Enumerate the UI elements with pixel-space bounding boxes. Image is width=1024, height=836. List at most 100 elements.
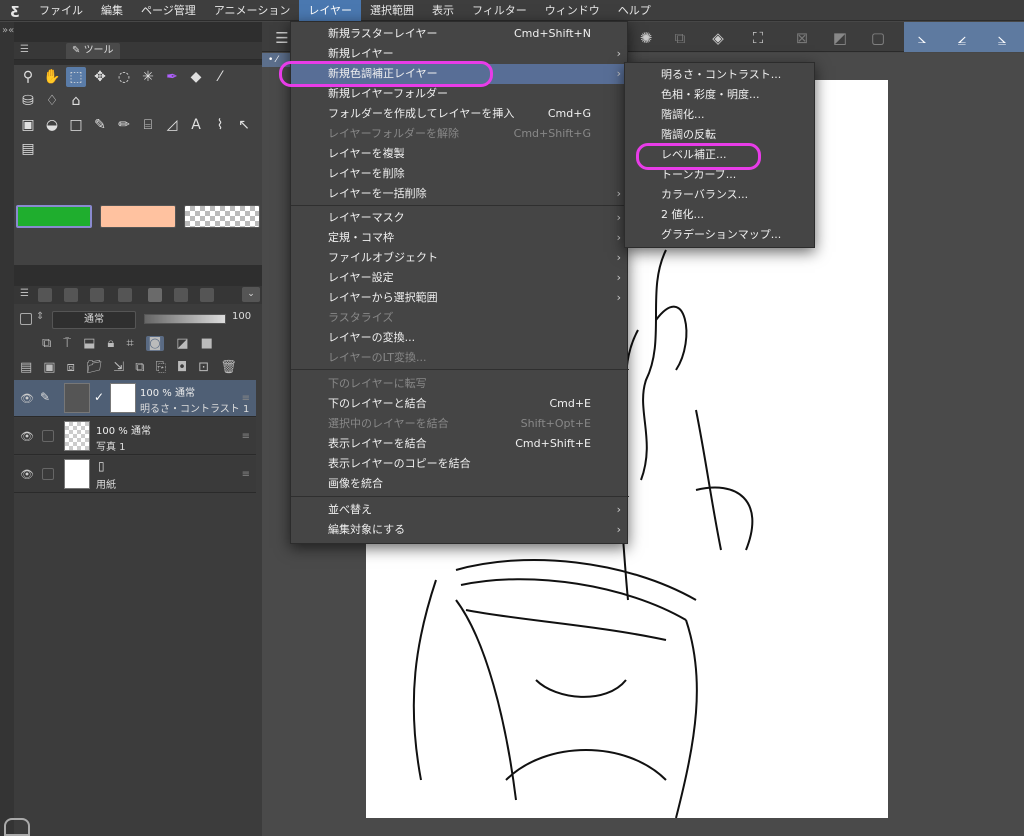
menu-item-new-raster-layer[interactable]: 新規ラスターレイヤー Cmd+Shift+N (291, 24, 629, 44)
opacity-slider[interactable] (144, 314, 226, 324)
draft-icon[interactable]: ⬓ (83, 336, 95, 351)
menu-help[interactable]: ヘルプ (609, 0, 660, 21)
fill-bucket-icon[interactable]: ◈ (708, 28, 728, 48)
new-raster-layer-icon[interactable]: ▣ (43, 360, 55, 375)
menu-item-release-folder[interactable]: レイヤーフォルダーを解除 Cmd+Shift+G (291, 124, 629, 144)
eye-icon[interactable]: 👁︎ (20, 430, 34, 443)
trash-icon[interactable]: 🗑︎ (220, 360, 237, 375)
menu-item-layer-mask[interactable]: レイヤーマスク › (291, 208, 629, 228)
menu-item-create-folder-insert[interactable]: フォルダーを作成してレイヤーを挿入 Cmd+G (291, 104, 629, 124)
menu-item-layer-settings[interactable]: レイヤー設定 › (291, 268, 629, 288)
transform-icon[interactable]: ⧉ (670, 28, 690, 48)
menu-edit[interactable]: 編集 (92, 0, 132, 21)
apply-mask-icon[interactable]: ⊡ (198, 360, 209, 375)
new-folder-icon[interactable]: 📁︎ (86, 360, 103, 375)
submenu-item-level-correction[interactable]: レベル補正... (625, 145, 816, 165)
app-corner-icon[interactable] (4, 818, 30, 836)
magic-wand-icon[interactable]: ✳ (138, 67, 158, 87)
eraser-icon[interactable]: ◆ (186, 67, 206, 87)
menu-layer[interactable]: レイヤー (299, 0, 362, 21)
menu-view[interactable]: 表示 (423, 0, 463, 21)
menu-item-delete-layer[interactable]: レイヤーを削除 (291, 164, 629, 184)
dock-collapse-strip[interactable] (0, 22, 14, 836)
frame-tool-icon[interactable]: ⌸ (138, 115, 158, 135)
menu-window[interactable]: ウィンドウ (536, 0, 609, 21)
tab-sub-tool-icon[interactable] (64, 288, 78, 302)
reference-icon[interactable]: ⍑ (63, 336, 71, 351)
fill-tool-icon[interactable]: ⛁ (18, 91, 38, 111)
tab-navigator-icon[interactable] (38, 288, 52, 302)
layer-row-brightness[interactable]: 👁︎ ✎ ✓ 100 % 通常 明るさ・コントラスト 1 ≡ (14, 380, 256, 417)
move-tool-icon[interactable]: ✥ (90, 67, 110, 87)
snap-special-ruler-icon[interactable]: ⦤ (952, 28, 972, 48)
layer-panel-menu-icon[interactable]: ☰ (20, 288, 29, 299)
menu-item-transfer-down[interactable]: 下のレイヤーに転写 (291, 374, 629, 394)
palette-icon[interactable]: ■ (201, 336, 213, 351)
hand-tool-icon[interactable]: ✋ (42, 67, 62, 87)
eye-icon[interactable]: 👁︎ (20, 392, 34, 405)
edit-pen-icon[interactable]: ✎ (40, 390, 50, 404)
transparent-color-swatch[interactable] (184, 205, 260, 228)
sub-color-swatch[interactable] (100, 205, 176, 228)
loading-icon[interactable]: ✺ (636, 28, 656, 48)
menu-item-lt-conversion[interactable]: レイヤーのLT変換... (291, 348, 629, 368)
submenu-item-reverse-gradient[interactable]: 階調の反転 (625, 125, 816, 145)
edit-toggle[interactable] (42, 430, 54, 442)
menu-filter[interactable]: フィルター (463, 0, 536, 21)
merge-layer-icon[interactable]: ⧉ (135, 360, 144, 375)
gradient-tool-icon[interactable]: ▣ (18, 115, 38, 135)
zoom-tool-icon[interactable]: ⚲ (18, 67, 38, 87)
pencil-tool-icon[interactable]: ✏ (114, 115, 134, 135)
eye-icon[interactable]: 👁︎ (20, 468, 34, 481)
menu-item-merge-visible[interactable]: 表示レイヤーを結合 Cmd+Shift+E (291, 434, 629, 454)
menu-item-merge-visible-copy[interactable]: 表示レイヤーのコピーを結合 (291, 454, 629, 474)
blend-mode-select[interactable]: 通常 (52, 311, 136, 329)
pen-tool-icon[interactable]: ✎ (90, 115, 110, 135)
layer-mask-icon[interactable]: ◘ (177, 360, 187, 375)
tab-layer-icon[interactable] (148, 288, 162, 302)
rectangle-icon[interactable]: □ (66, 115, 86, 135)
menu-page[interactable]: ページ管理 (132, 0, 205, 21)
submenu-item-brightness-contrast[interactable]: 明るさ・コントラスト... (625, 65, 816, 85)
mask-enable-icon[interactable]: ◙ (145, 336, 165, 351)
submenu-item-binarization[interactable]: 2 値化... (625, 205, 816, 225)
tab-tool[interactable]: ✎ ツール (66, 43, 120, 59)
opacity-value[interactable]: 100 (232, 311, 251, 322)
menu-item-ruler-frame[interactable]: 定規・コマ枠 › (291, 228, 629, 248)
crop-icon[interactable]: ⛶ (748, 28, 768, 48)
menu-item-convert-layer[interactable]: レイヤーの変換... (291, 328, 629, 348)
submenu-item-gradient-map[interactable]: グラデーションマップ... (625, 225, 816, 245)
submenu-item-color-balance[interactable]: カラーバランス... (625, 185, 816, 205)
menu-item-rasterize[interactable]: ラスタライズ (291, 308, 629, 328)
copy-layer-icon[interactable]: ⎘ (156, 360, 166, 375)
drag-handle-icon[interactable]: ≡ (242, 469, 250, 480)
chevron-down-icon[interactable]: ⌄ (242, 287, 260, 302)
text-tool-icon[interactable]: A (186, 115, 206, 135)
new-vector-layer-icon[interactable]: ⧈ (67, 360, 75, 375)
menu-item-new-correction-layer[interactable]: 新規色調補正レイヤー › (291, 64, 629, 84)
collapse-left-icon[interactable]: »« (2, 25, 14, 36)
drag-handle-icon[interactable]: ≡ (242, 431, 250, 442)
submenu-item-tone-curve[interactable]: トーンカーブ... (625, 165, 816, 185)
menu-item-duplicate-layer[interactable]: レイヤーを複製 (291, 144, 629, 164)
frame-square-icon[interactable]: ▢ (868, 28, 888, 48)
hamburger-icon[interactable]: ☰ (272, 28, 292, 48)
tab-property-icon[interactable] (174, 288, 188, 302)
drag-handle-icon[interactable]: ≡ (242, 393, 250, 404)
menu-animation[interactable]: アニメーション (205, 0, 300, 21)
menu-item-new-layer-folder[interactable]: 新規レイヤーフォルダー (291, 84, 629, 104)
lock-icon[interactable]: 🔒︎ (107, 336, 114, 351)
menu-item-flatten-image[interactable]: 画像を統合 (291, 474, 629, 494)
menu-item-selection-from-layer[interactable]: レイヤーから選択範囲 › (291, 288, 629, 308)
transfer-layer-icon[interactable]: ⇲ (113, 360, 124, 375)
menu-item-set-edit-target[interactable]: 編集対象にする › (291, 520, 629, 540)
balloon-tool-icon[interactable]: ⌇ (210, 115, 230, 135)
lasso-tool-icon[interactable]: ◌ (114, 67, 134, 87)
ruler-tool-icon[interactable]: ◿ (162, 115, 182, 135)
menu-item-sort[interactable]: 並べ替え › (291, 500, 629, 520)
layer-list-icon[interactable]: ▤ (20, 360, 32, 375)
eyedropper-icon[interactable]: ⁄ (210, 67, 230, 87)
app-logo-icon[interactable]: ƹ (0, 0, 30, 21)
no-selection-icon[interactable]: ⊠ (792, 28, 812, 48)
tab-color-icon[interactable] (90, 288, 104, 302)
